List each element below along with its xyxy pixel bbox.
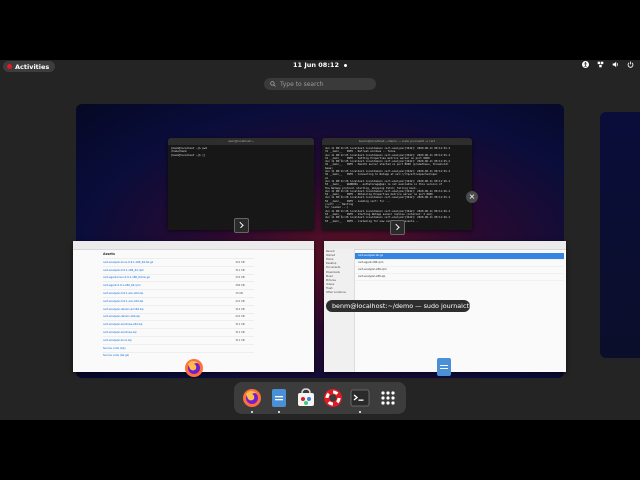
asset-row[interactable]: cert-analyzer-linux-0.9.1-x86_64.tar.gz 3… — [103, 258, 254, 266]
terminal-titlebar: user@localhost:~ — [168, 138, 314, 145]
volume-icon[interactable] — [612, 61, 619, 68]
asset-row[interactable]: Source code (zip) — [103, 343, 254, 352]
show-apps-icon — [381, 391, 395, 405]
asset-row[interactable]: cert-analyzer-0.9.1-osx-x64.zip 221 KB — [103, 296, 254, 305]
asset-row[interactable]: cert-analyzer-darwin-arm64.zip 314 KB — [103, 304, 254, 313]
terminal-app-icon — [234, 218, 249, 233]
help-icon — [324, 389, 342, 407]
browser-toolbar — [73, 241, 314, 250]
asset-size: 311 KB — [235, 331, 245, 335]
asset-link[interactable]: cert-analyzer-linux-0.9.1-x86_64.tar.gz — [103, 261, 154, 264]
journal-titlebar: benm@localhost:~/demo — sudo journalctl … — [322, 138, 472, 145]
running-indicator — [359, 411, 361, 413]
journal-log-content: Jun 11 08:11:25 localhost.localdomain ce… — [325, 147, 450, 223]
dash-terminal-button[interactable] — [350, 388, 370, 413]
asset-link[interactable]: cert-analyzer-windows.zip — [103, 331, 154, 334]
next-workspace-thumbnail[interactable] — [600, 112, 640, 358]
assets-heading: Assets — [103, 252, 115, 256]
search-placeholder: Type to search — [280, 80, 324, 88]
search-entry[interactable]: Type to search — [264, 78, 376, 90]
terminal-window-preview[interactable]: user@localhost:~ [benm@localhost ~]$ pwd… — [168, 138, 314, 230]
firefox-icon — [185, 359, 203, 377]
asset-link[interactable]: Source code (zip) — [103, 347, 154, 350]
terminal-app-icon — [390, 220, 405, 235]
asset-link[interactable]: cert-analyzer-linux.zip — [103, 339, 154, 342]
asset-link[interactable]: cert-analyzer-0.9.1-osx-x64.zip — [103, 300, 154, 303]
network-icon[interactable] — [597, 61, 604, 68]
terminal-content: [benm@localhost ~]$ pwd /home/benm [benm… — [171, 147, 207, 157]
clock-label: 11 Jun 08:12 — [293, 61, 339, 69]
asset-size: 311 KB — [235, 323, 245, 327]
system-tray[interactable] — [582, 61, 634, 68]
files-headerbar — [324, 241, 566, 250]
asset-row[interactable]: cert-analyzer-windows.zip 311 KB — [103, 328, 254, 336]
asset-size: 311 KB — [235, 268, 245, 272]
running-indicator — [278, 411, 280, 413]
files-app-icon — [437, 358, 451, 376]
asset-row[interactable]: cert-analyzer-0.9.1-win-x64.zip 15 KB — [103, 289, 254, 297]
asset-size: 221 KB — [235, 299, 245, 303]
show-apps-button[interactable] — [378, 388, 398, 408]
close-window-button[interactable]: × — [466, 191, 478, 203]
file-row[interactable]: cert-analyzer-x86.zip — [355, 274, 564, 281]
asset-link[interactable]: cert-analyzer-darwin-x64.zip — [103, 315, 154, 318]
asset-row[interactable]: cert-analyzer-windows-x64.zip 311 KB — [103, 320, 254, 328]
asset-size: 314 KB — [235, 307, 245, 311]
asset-size: 321 KB — [235, 260, 245, 264]
power-icon[interactable] — [627, 61, 634, 68]
asset-row[interactable]: cert-analyzer-darwin-x64.zip 221 KB — [103, 312, 254, 321]
asset-link[interactable]: cert-analyzer-windows-x64.zip — [103, 323, 154, 326]
search-icon — [270, 81, 276, 87]
file-row[interactable]: cert-agent-x86.rpm — [355, 260, 564, 267]
asset-size: 15 KB — [235, 292, 243, 296]
asset-size: 311 KB — [235, 338, 245, 342]
asset-row[interactable]: cert-analyzer-linux.zip 311 KB — [103, 335, 254, 344]
firefox-icon — [243, 389, 261, 407]
asset-row[interactable]: Source code (tar.gz) — [103, 351, 254, 360]
asset-link[interactable]: cert-agent-linux-0.9.1-x86_64.tar.gz — [103, 276, 154, 279]
browser-window-preview[interactable]: Assets cert-analyzer-linux-0.9.1-x86_64.… — [73, 241, 314, 372]
files-icon — [272, 389, 286, 407]
files-list: cert-analyzer.tar.gz cert-agent-x86.rpm ce… — [355, 253, 564, 281]
notification-dot-icon — [343, 63, 347, 67]
asset-link[interactable]: cert-agent-0.9.1-x86_64.rpm — [103, 284, 154, 287]
top-bar: Activities 11 Jun 08:12 — [0, 60, 640, 73]
dash-files-button[interactable] — [269, 388, 289, 413]
overview-stage: Activities 11 Jun 08:12 Type to search u… — [0, 60, 640, 420]
file-row[interactable]: cert-analyzer.tar.gz — [355, 253, 564, 260]
running-indicator — [251, 411, 253, 413]
asset-row[interactable]: cert-agent-linux-0.9.1-x86_64.tar.gz 331 … — [103, 273, 254, 282]
accessibility-icon[interactable] — [582, 61, 589, 68]
dash-help-button[interactable] — [323, 388, 343, 408]
asset-size: 221 KB — [235, 315, 245, 319]
software-icon — [298, 388, 314, 406]
files-sidebar-item[interactable]: Other Locations — [324, 291, 354, 295]
asset-link[interactable]: Source code (tar.gz) — [103, 354, 154, 357]
asset-row[interactable]: cert-analyzer-0.9.1-x86_64.rpm 311 KB — [103, 265, 254, 274]
asset-link[interactable]: cert-analyzer-0.9.1-x86_64.rpm — [103, 269, 154, 272]
asset-list: cert-analyzer-linux-0.9.1-x86_64.tar.gz 3… — [73, 258, 314, 359]
asset-row[interactable]: cert-agent-0.9.1-x86_64.rpm 300 KB — [103, 281, 254, 289]
asset-link[interactable]: cert-analyzer-darwin-arm64.zip — [103, 308, 154, 311]
dash-software-button[interactable] — [296, 388, 316, 408]
window-title-tooltip: benm@localhost:~/demo — sudo journalctl … — [326, 300, 470, 312]
journal-terminal-window-preview[interactable]: benm@localhost:~/demo — sudo journalctl … — [322, 138, 472, 230]
clock[interactable]: 11 Jun 08:12 — [0, 61, 640, 69]
file-row[interactable]: cert-analyzer-x86.rpm — [355, 267, 564, 274]
dash — [234, 382, 406, 414]
terminal-icon — [350, 389, 370, 407]
dash-firefox-button[interactable] — [242, 388, 262, 413]
asset-size: 331 KB — [235, 276, 245, 280]
asset-size: 300 KB — [235, 284, 245, 288]
asset-link[interactable]: cert-analyzer-0.9.1-win-x64.zip — [103, 292, 154, 295]
